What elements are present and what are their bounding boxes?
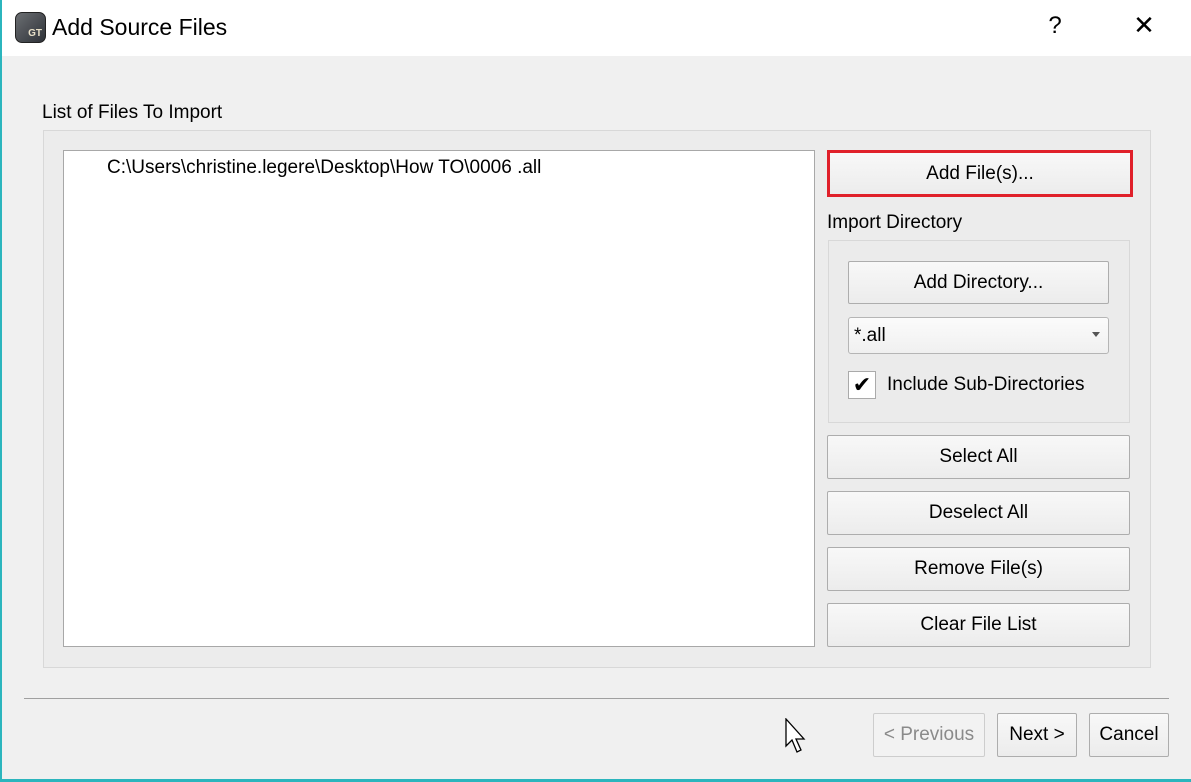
help-button[interactable]: ? [1045, 12, 1065, 40]
include-subdirectories-label[interactable]: Include Sub-Directories [887, 374, 1084, 396]
file-list[interactable]: C:\Users\christine.legere\Desktop\How TO… [63, 150, 815, 647]
cancel-button[interactable]: Cancel [1089, 713, 1169, 757]
select-all-button[interactable]: Select All [827, 435, 1130, 479]
remove-files-button[interactable]: Remove File(s) [827, 547, 1130, 591]
files-group-label: List of Files To Import [42, 102, 223, 123]
deselect-all-button[interactable]: Deselect All [827, 491, 1130, 535]
add-files-button[interactable]: Add File(s)... [827, 150, 1133, 197]
mouse-cursor-icon [785, 718, 806, 753]
include-subdirectories-checkbox[interactable]: ✔ [848, 371, 876, 399]
footer-divider [24, 698, 1169, 699]
list-item[interactable]: C:\Users\christine.legere\Desktop\How TO… [107, 157, 541, 179]
add-directory-button[interactable]: Add Directory... [848, 261, 1109, 304]
close-button[interactable]: ✕ [1130, 10, 1158, 41]
window-title: Add Source Files [52, 14, 228, 40]
clear-file-list-button[interactable]: Clear File List [827, 603, 1130, 647]
previous-button[interactable]: < Previous [873, 713, 985, 757]
next-button[interactable]: Next > [997, 713, 1077, 757]
file-filter-select[interactable]: *.all [848, 317, 1109, 354]
chevron-down-icon [1092, 332, 1100, 337]
import-directory-label: Import Directory [827, 212, 963, 233]
file-filter-value: *.all [854, 324, 886, 346]
app-icon: GT [15, 12, 46, 43]
